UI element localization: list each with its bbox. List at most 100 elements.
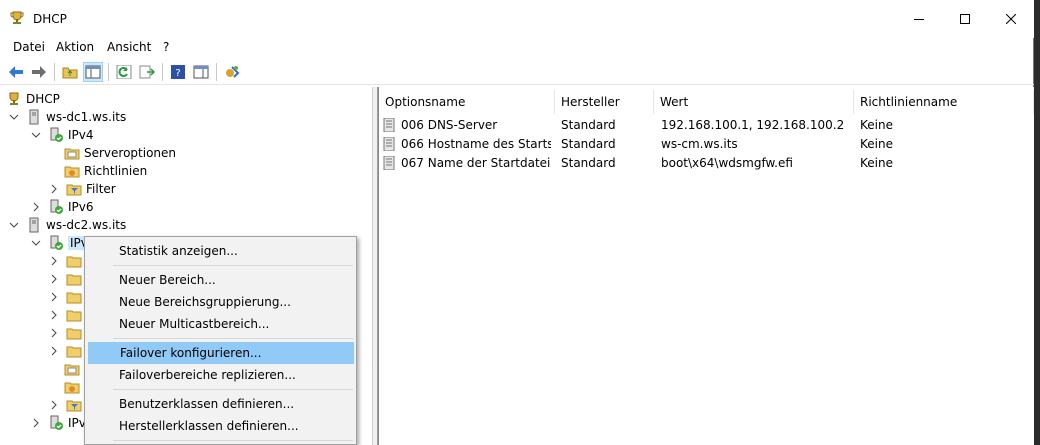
- ipv6-icon: [48, 415, 64, 431]
- properties-pane-icon[interactable]: [191, 62, 211, 82]
- column-header-optionsname[interactable]: Optionsname: [379, 90, 555, 114]
- dhcp-trophy-icon: [9, 10, 25, 26]
- options-folder-icon: [64, 145, 80, 161]
- chevron-right-icon[interactable]: [48, 399, 60, 411]
- chevron-right-icon[interactable]: [48, 291, 60, 303]
- tree-node-child[interactable]: [48, 324, 86, 342]
- tree-node-child[interactable]: [64, 360, 84, 378]
- menu-item-neuer-multicastbereich[interactable]: Neuer Multicastbereich...: [88, 313, 354, 335]
- show-hide-tree-icon[interactable]: [83, 62, 103, 82]
- chevron-right-icon[interactable]: [48, 255, 60, 267]
- tree-label: IPv6: [68, 200, 94, 214]
- column-header-richtlinienname[interactable]: Richtlinienname: [854, 90, 1034, 114]
- tree-node-server1-ipv6[interactable]: IPv6: [30, 198, 94, 216]
- menu-ansicht[interactable]: Ansicht: [106, 40, 152, 54]
- list-header: Optionsname Hersteller Wert Richtlinienn…: [379, 90, 1034, 114]
- filter-folder-icon: [66, 181, 82, 197]
- dhcp-window: DHCP Datei Aktion Ansicht ? ? DHCP ws-dc…: [0, 0, 1034, 445]
- chevron-right-icon[interactable]: [30, 201, 42, 213]
- folder-icon: [66, 307, 82, 323]
- tree-node-server2[interactable]: ws-dc2.ws.its: [8, 216, 126, 234]
- folder-icon: [66, 253, 82, 269]
- menu-item-herstellerklassen[interactable]: Herstellerklassen definieren...: [88, 415, 354, 437]
- maximize-button[interactable]: [942, 0, 988, 38]
- chevron-down-icon[interactable]: [8, 111, 20, 123]
- chevron-right-icon[interactable]: [30, 417, 42, 429]
- toolbar-separator: [216, 63, 217, 81]
- svg-text:?: ?: [175, 68, 180, 79]
- cell-optionsname: 067 Name der Startdatei: [401, 155, 551, 170]
- chevron-right-icon[interactable]: [48, 327, 60, 339]
- tree-node-child[interactable]: [48, 342, 86, 360]
- chevron-right-icon[interactable]: [48, 183, 60, 195]
- tree-node-child[interactable]: [48, 270, 86, 288]
- folder-icon: [66, 271, 82, 287]
- cell-hersteller: Standard: [561, 136, 616, 151]
- policy-folder-icon: [64, 163, 80, 179]
- menu-item-neuer-bereich[interactable]: Neuer Bereich...: [88, 269, 354, 291]
- menu-separator: [113, 265, 353, 266]
- chevron-down-icon[interactable]: [30, 237, 42, 249]
- tree-node-child[interactable]: [48, 306, 86, 324]
- up-folder-icon[interactable]: [60, 62, 80, 82]
- cell-wert: 192.168.100.1, 192.168.100.2: [661, 117, 845, 132]
- ipv6-icon: [48, 199, 64, 215]
- minimize-button[interactable]: [896, 0, 942, 38]
- menu-separator: [113, 440, 353, 441]
- menu-datei[interactable]: Datei: [12, 40, 46, 54]
- table-row[interactable]: 067 Name der Startdatei Standard boot\x6…: [379, 153, 1034, 172]
- tree-node-child[interactable]: [48, 252, 86, 270]
- tree-node-child[interactable]: [48, 288, 86, 306]
- ipv4-icon: [48, 127, 64, 143]
- menu-help[interactable]: ?: [162, 40, 170, 54]
- cell-wert: boot\x64\wdsmgfw.efi: [661, 155, 793, 170]
- toolbar-separator: [108, 63, 109, 81]
- cell-wert: ws-cm.ws.its: [661, 136, 738, 151]
- menu-item-failover-konfigurieren[interactable]: Failover konfigurieren...: [88, 342, 354, 364]
- tree-node-richtlinien[interactable]: Richtlinien: [64, 162, 147, 180]
- folder-icon: [66, 289, 82, 305]
- forward-icon[interactable]: [29, 62, 49, 82]
- menu-aktion[interactable]: Aktion: [55, 40, 95, 54]
- close-button[interactable]: [988, 0, 1034, 38]
- menu-item-statistik[interactable]: Statistik anzeigen...: [88, 240, 354, 262]
- tree-node-dhcp[interactable]: DHCP: [6, 90, 60, 108]
- tree-node-server1[interactable]: ws-dc1.ws.its: [8, 108, 126, 126]
- tree-label: ws-dc2.ws.its: [46, 218, 127, 232]
- menu-separator: [113, 389, 353, 390]
- tree-node-child[interactable]: [64, 378, 84, 396]
- chevron-right-icon[interactable]: [48, 309, 60, 321]
- tree-node-filter[interactable]: Filter: [48, 180, 116, 198]
- chevron-right-icon[interactable]: [48, 273, 60, 285]
- help-icon[interactable]: ?: [168, 62, 188, 82]
- export-list-icon[interactable]: [137, 62, 157, 82]
- tree-node-child[interactable]: [48, 396, 86, 414]
- tree-node-server1-ipv4[interactable]: IPv4: [30, 126, 94, 144]
- toolbar-separator: [54, 63, 55, 81]
- menu-item-neue-bereichsgruppierung[interactable]: Neue Bereichsgruppierung...: [88, 291, 354, 313]
- chevron-down-icon[interactable]: [30, 129, 42, 141]
- cell-richtlinienname: Keine: [860, 136, 893, 151]
- tree-label: Richtlinien: [84, 164, 148, 178]
- context-menu: Statistik anzeigen... Neuer Bereich... N…: [84, 236, 357, 445]
- column-header-wert[interactable]: Wert: [654, 90, 854, 114]
- chevron-down-icon[interactable]: [8, 219, 20, 231]
- tree-node-serveroptionen[interactable]: Serveroptionen: [64, 144, 176, 162]
- policy-folder-icon: [64, 379, 80, 395]
- chevron-right-icon[interactable]: [48, 345, 60, 357]
- cell-richtlinienname: Keine: [860, 117, 893, 132]
- dhcp-server-icon[interactable]: [222, 62, 242, 82]
- menu-item-benutzerklassen[interactable]: Benutzerklassen definieren...: [88, 393, 354, 415]
- ipv4-icon: [48, 235, 64, 251]
- dhcp-trophy-icon: [6, 91, 22, 107]
- refresh-icon[interactable]: [114, 62, 134, 82]
- back-icon[interactable]: [6, 62, 26, 82]
- toolbar-separator: [162, 63, 163, 81]
- menu-item-failoverbereiche-replizieren[interactable]: Failoverbereiche replizieren...: [88, 364, 354, 386]
- toolbar: ?: [0, 59, 1034, 85]
- table-row[interactable]: 066 Hostname des Startser... Standard ws…: [379, 134, 1034, 153]
- table-row[interactable]: 006 DNS-Server Standard 192.168.100.1, 1…: [379, 115, 1034, 134]
- column-header-hersteller[interactable]: Hersteller: [555, 90, 654, 114]
- filter-folder-icon: [66, 397, 82, 413]
- title-bar: DHCP: [0, 0, 1034, 38]
